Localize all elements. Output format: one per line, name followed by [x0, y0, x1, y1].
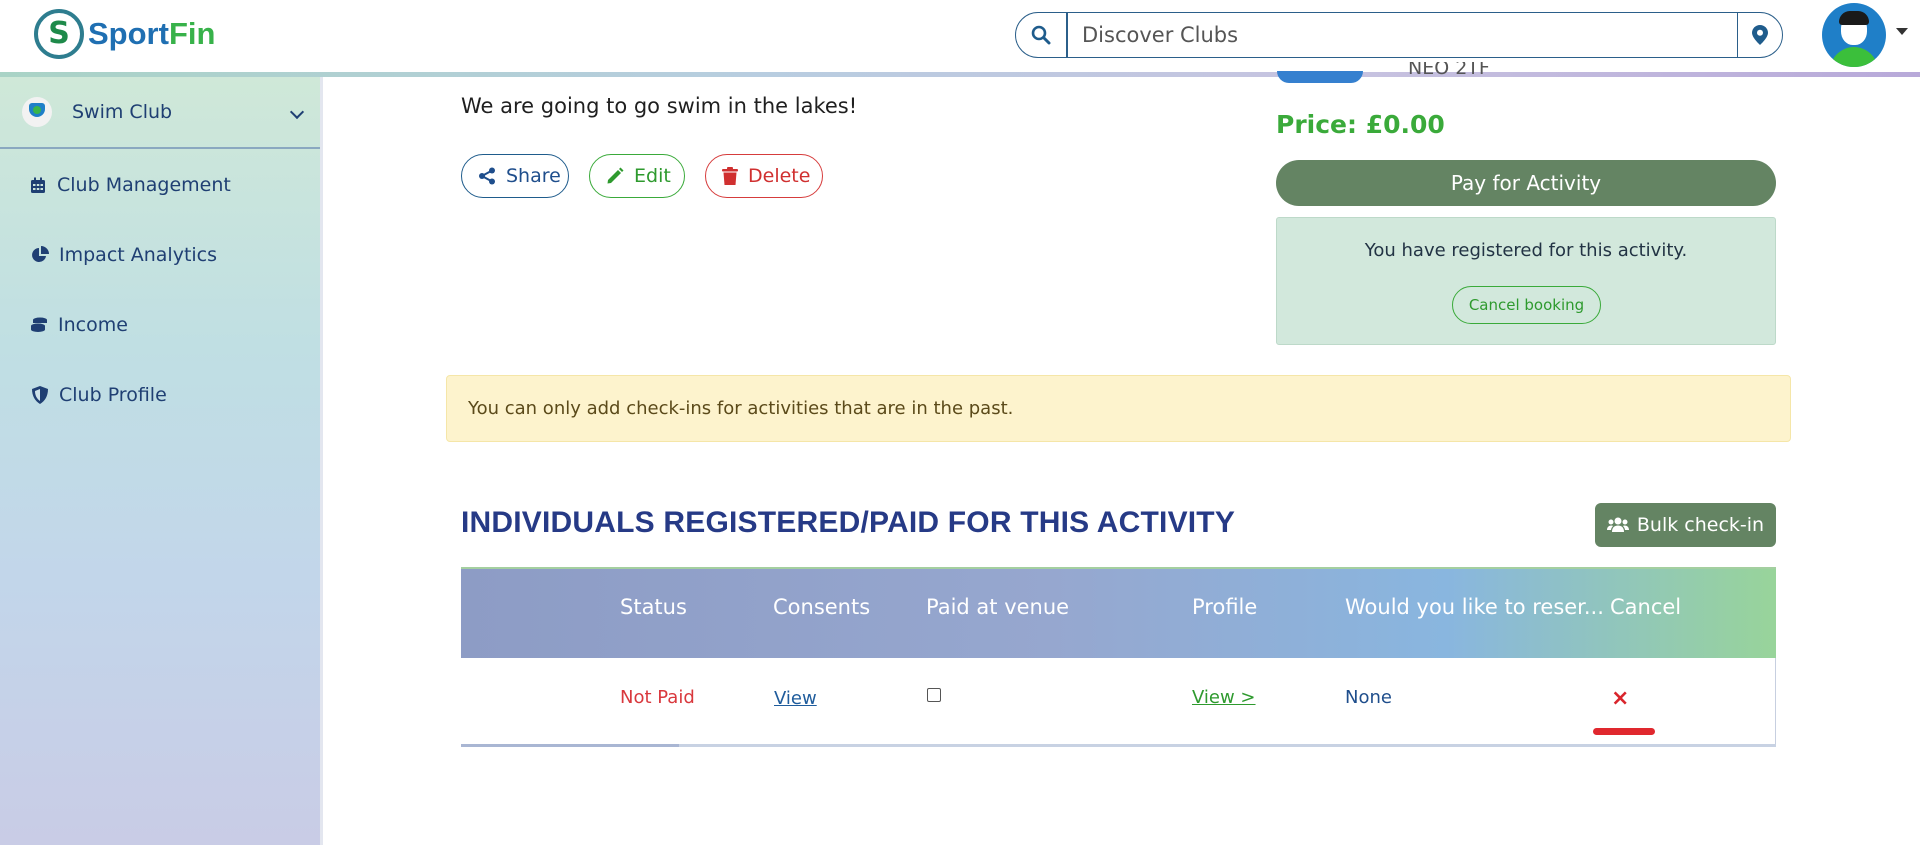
table-header: Status Consents Paid at venue Profile Wo…: [461, 567, 1776, 658]
cancel-booking-button[interactable]: Cancel booking: [1452, 286, 1601, 324]
coins-icon: [30, 316, 48, 334]
share-icon: [478, 167, 496, 185]
registrations-title: INDIVIDUALS REGISTERED/PAID FOR THIS ACT…: [461, 506, 1236, 539]
activity-description: We are going to go swim in the lakes!: [461, 94, 858, 118]
column-header-consents[interactable]: Consents: [773, 595, 870, 619]
search-icon: [1031, 25, 1051, 45]
sidebar-item-club-profile[interactable]: Club Profile: [0, 375, 320, 415]
location-button[interactable]: [1737, 12, 1783, 58]
search-input[interactable]: [1067, 12, 1737, 58]
column-header-paid-at-venue[interactable]: Paid at venue: [926, 595, 1069, 619]
sidebar-item-label: Club Profile: [59, 384, 167, 406]
pay-for-activity-button[interactable]: Pay for Activity: [1276, 160, 1776, 206]
club-selector[interactable]: Swim Club: [0, 77, 320, 149]
registered-message: You have registered for this activity.: [1364, 240, 1688, 261]
partial-badge: [1277, 71, 1363, 83]
reserve-value: None: [1345, 687, 1392, 708]
registration-status-box: You have registered for this activity. C…: [1276, 217, 1776, 345]
bulk-checkin-button[interactable]: Bulk check-in: [1595, 503, 1776, 547]
sidebar-item-label: Club Management: [57, 174, 231, 196]
table-bottom-border: [461, 744, 1776, 747]
avatar-dropdown-caret-icon[interactable]: [1896, 28, 1908, 35]
edit-label: Edit: [634, 165, 671, 187]
sidebar-item-club-management[interactable]: Club Management: [0, 165, 320, 205]
shield-icon: [31, 386, 49, 404]
search-button[interactable]: [1015, 12, 1067, 58]
cancel-registration-icon[interactable]: ×: [1611, 686, 1629, 711]
sidebar-item-impact-analytics[interactable]: Impact Analytics: [0, 235, 320, 275]
sidebar-item-label: Impact Analytics: [59, 244, 218, 266]
map-marker-icon: [1752, 25, 1768, 45]
user-avatar[interactable]: [1822, 3, 1886, 67]
edit-button[interactable]: Edit: [589, 154, 685, 198]
bulk-checkin-label: Bulk check-in: [1636, 514, 1765, 536]
logo-mark-icon: [34, 9, 84, 59]
pie-chart-icon: [31, 246, 49, 264]
sidebar-item-label: Income: [58, 314, 128, 336]
club-logo-icon: [22, 97, 52, 127]
search-bar: [1015, 12, 1783, 58]
chevron-down-icon: [289, 104, 305, 120]
calendar-icon: [29, 176, 47, 194]
sidebar-divider: [320, 77, 323, 845]
sidebar: Swim Club Club Management Impact Analyti…: [0, 77, 320, 845]
partial-text: NEO 2TF: [1408, 62, 1490, 79]
club-name: Swim Club: [72, 101, 173, 123]
activity-price: Price: £0.00: [1276, 110, 1445, 139]
trash-icon: [722, 167, 738, 185]
table-row: Not Paid View View > None ×: [461, 658, 1776, 746]
share-label: Share: [506, 165, 561, 187]
share-button[interactable]: Share: [461, 154, 569, 198]
pencil-icon: [606, 167, 624, 185]
column-header-profile[interactable]: Profile: [1192, 595, 1257, 619]
logo-text: SportFin: [88, 16, 216, 51]
delete-label: Delete: [748, 165, 811, 187]
profile-view-link[interactable]: View >: [1192, 687, 1256, 708]
column-header-cancel[interactable]: Cancel: [1610, 595, 1681, 619]
column-header-status[interactable]: Status: [620, 595, 687, 619]
column-header-reserve[interactable]: Would you like to reser...: [1345, 595, 1604, 619]
checkin-warning-alert: You can only add check-ins for activitie…: [446, 375, 1791, 442]
consents-view-link[interactable]: View: [774, 688, 817, 709]
top-navbar: SportFin: [0, 0, 1920, 72]
registrations-table: Status Consents Paid at venue Profile Wo…: [461, 567, 1776, 748]
users-icon: [1606, 517, 1629, 533]
cancel-highlight-bar: [1593, 728, 1655, 735]
sidebar-item-income[interactable]: Income: [0, 305, 320, 345]
paid-at-venue-checkbox[interactable]: [927, 688, 941, 702]
status-value: Not Paid: [620, 687, 695, 708]
sportfin-logo[interactable]: SportFin: [34, 9, 215, 59]
delete-button[interactable]: Delete: [705, 154, 823, 198]
